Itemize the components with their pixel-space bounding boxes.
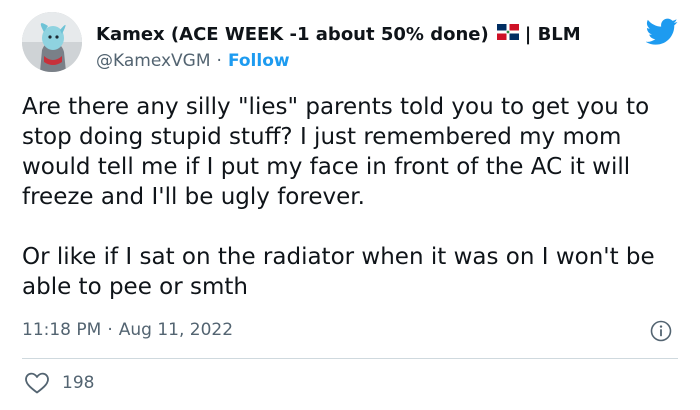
divider [22,358,678,359]
like-count: 198 [62,373,95,393]
tweet-card: Kamex (ACE WEEK -1 about 50% done) | BLM… [0,0,700,410]
tweet-date[interactable]: Aug 11, 2022 [119,320,233,340]
display-name-row[interactable]: Kamex (ACE WEEK -1 about 50% done) | BLM [96,20,581,48]
tweet-time[interactable]: 11:18 PM [22,320,101,340]
info-icon[interactable] [650,320,672,342]
follow-button[interactable]: Follow [228,51,290,71]
tweet-header: Kamex (ACE WEEK -1 about 50% done) | BLM… [96,20,581,74]
name-suffix: | BLM [524,23,581,45]
handle-row: @KamexVGM · Follow [96,48,581,74]
timestamp-separator: · [107,320,113,340]
display-name[interactable]: Kamex (ACE WEEK -1 about 50% done) [96,24,489,45]
dominican-republic-flag-icon [496,23,519,45]
handle-separator: · [216,51,222,71]
tweet-timestamp[interactable]: 11:18 PM · Aug 11, 2022 [22,318,233,342]
avatar[interactable] [22,12,82,72]
twitter-bird-icon[interactable] [646,18,678,46]
tweet-text: Are there any silly "lies" parents told … [22,94,655,300]
handle[interactable]: @KamexVGM [96,51,211,71]
like-button[interactable]: 198 [24,370,94,396]
heart-icon[interactable] [24,371,50,395]
